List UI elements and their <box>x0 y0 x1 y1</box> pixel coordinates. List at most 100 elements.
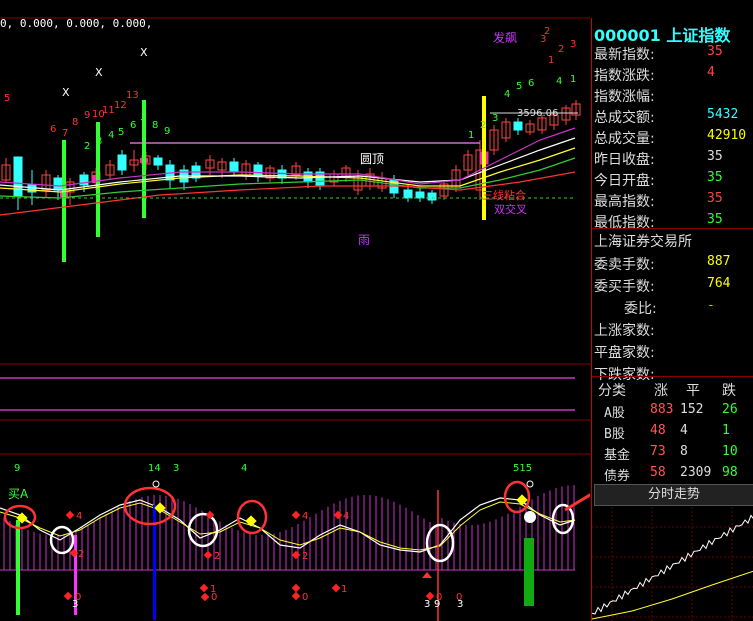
candle-body <box>403 189 413 199</box>
candle-number: 9 <box>84 110 90 121</box>
lower-number: 0 <box>75 592 81 603</box>
lower-number: 0 <box>456 592 462 603</box>
candle-number: 9 <box>164 126 170 137</box>
grid-cell: 98 <box>722 465 738 480</box>
intraday-minichart <box>592 507 753 621</box>
grid-header: 跌 <box>722 383 736 399</box>
x-mark: X <box>95 66 103 79</box>
quote-label: 今日开盘: <box>594 173 655 189</box>
quote-value: 5432 <box>707 107 739 122</box>
grid-cell: 73 <box>650 444 666 459</box>
candle-number: 7 <box>140 118 146 129</box>
lower-number: 9 <box>14 463 20 474</box>
candle-body <box>229 161 239 173</box>
red-diamond <box>333 510 343 520</box>
red-diamond <box>291 591 301 601</box>
exchange-row: 平盘家数: <box>594 342 655 363</box>
grid-header: 平 <box>686 383 700 399</box>
candle-number: 6 <box>50 124 56 135</box>
quote-label: 指数涨跌: <box>594 68 655 84</box>
quote-label: 总成交额: <box>594 110 655 126</box>
quote-row: 总成交额: 5432 <box>594 107 738 128</box>
grid-cell: 10 <box>722 444 738 459</box>
grid-cell: 58 <box>650 465 666 480</box>
candle-number: 8 <box>152 120 158 131</box>
kline-chart[interactable]: 发飙圆顶三线粘合双交叉雨3596.06XXX56 789 1011 12132 34 56… <box>0 0 590 621</box>
candle-number: 1 <box>570 74 576 85</box>
candle-number: 7 <box>62 128 68 139</box>
quote-label: 最新指数: <box>594 47 655 63</box>
grid-cell: 1 <box>722 423 730 438</box>
lower-number: 2 <box>302 551 308 562</box>
exchange-row: 委卖手数: 887 <box>594 254 730 275</box>
lower-number: 4 <box>241 463 247 474</box>
quote-value: 35 <box>707 212 723 227</box>
candle-number: 12 <box>114 100 127 111</box>
candle-number: 5 <box>118 127 124 138</box>
candle-body <box>253 164 263 177</box>
lower-number: 1 <box>341 584 347 595</box>
quote-label: 指数涨幅: <box>594 89 655 105</box>
quote-value: 35 <box>707 149 723 164</box>
label-yuanding: 圆顶 <box>360 152 384 166</box>
lower-number: 2 <box>214 551 220 562</box>
highlight-circle <box>425 523 455 563</box>
candle-number: 1 <box>468 130 474 141</box>
red-diamond <box>291 583 301 593</box>
mini-avg-line <box>592 570 753 620</box>
candle-body <box>153 157 163 166</box>
quote-row: 最新指数: 35 <box>594 44 723 65</box>
quote-row: 最高指数: 35 <box>594 191 723 212</box>
quote-row: 最低指数: 35 <box>594 212 723 233</box>
candle-number: 4 <box>504 89 510 100</box>
highlight-circle <box>503 480 531 514</box>
tab-intraday[interactable]: 分时走势 <box>594 484 753 506</box>
quote-value: 4 <box>707 65 715 80</box>
exchange-value: 764 <box>707 276 731 291</box>
candle-number: 4 <box>108 130 114 141</box>
candle-body <box>117 154 127 171</box>
exchange-row: 委比: - <box>624 298 715 319</box>
pointer-arrow <box>564 493 590 512</box>
candle-number: 11 <box>102 105 115 116</box>
lower-number: 0 <box>302 592 308 603</box>
stock-title: 000001 上证指数 <box>594 26 731 45</box>
candle-body <box>427 192 437 201</box>
candle-number: 2 <box>558 44 564 55</box>
top-marker <box>526 480 534 488</box>
grid-header: 分类 <box>598 383 626 399</box>
price-tag: 3596.06 <box>517 108 558 119</box>
candle-number: 13 <box>126 90 139 101</box>
grid-cell: 152 <box>680 402 704 417</box>
lower-number: 4 <box>343 511 349 522</box>
red-diamond <box>291 510 301 520</box>
grid-cell: 883 <box>650 402 674 417</box>
quote-value: 42910 <box>707 128 747 143</box>
indicator-line-2 <box>0 501 576 551</box>
lower-number: 4 <box>76 511 82 522</box>
candle-body <box>513 121 523 131</box>
red-diamond <box>199 583 209 593</box>
lower-indicator <box>0 480 590 621</box>
signal-line <box>153 505 156 620</box>
exchange-label: 委比: <box>624 301 657 317</box>
lower-number: 3 <box>424 599 430 610</box>
label-fabiao: 发飙 <box>493 30 517 45</box>
red-diamond <box>291 550 301 560</box>
red-diamond <box>203 550 213 560</box>
candle-number: 6 <box>528 78 534 89</box>
exchange-name: 上海证券交易所 <box>594 234 692 250</box>
red-diamond <box>65 510 75 520</box>
quote-value: 35 <box>707 191 723 206</box>
grid-cell: 基金 <box>604 448 631 463</box>
exchange-row: 委买手数: 764 <box>594 276 730 297</box>
quote-value: 35 <box>707 170 723 185</box>
exchange-value: 887 <box>707 254 731 269</box>
lower-number: 14 <box>148 463 161 474</box>
lower-number: 3 <box>173 463 179 474</box>
quote-value: 35 <box>707 44 723 59</box>
signal-line <box>16 520 20 615</box>
chart-labels: 发飙圆顶三线粘合双交叉雨3596.06XXX56 789 1011 12132 34 56… <box>4 26 576 610</box>
chart-area[interactable]: 0, 0.000, 0.000, 0.000, 发飙 圆顶 三线粘合 双交叉雨 3596… <box>0 0 590 621</box>
lower-number: 2 <box>78 549 84 560</box>
